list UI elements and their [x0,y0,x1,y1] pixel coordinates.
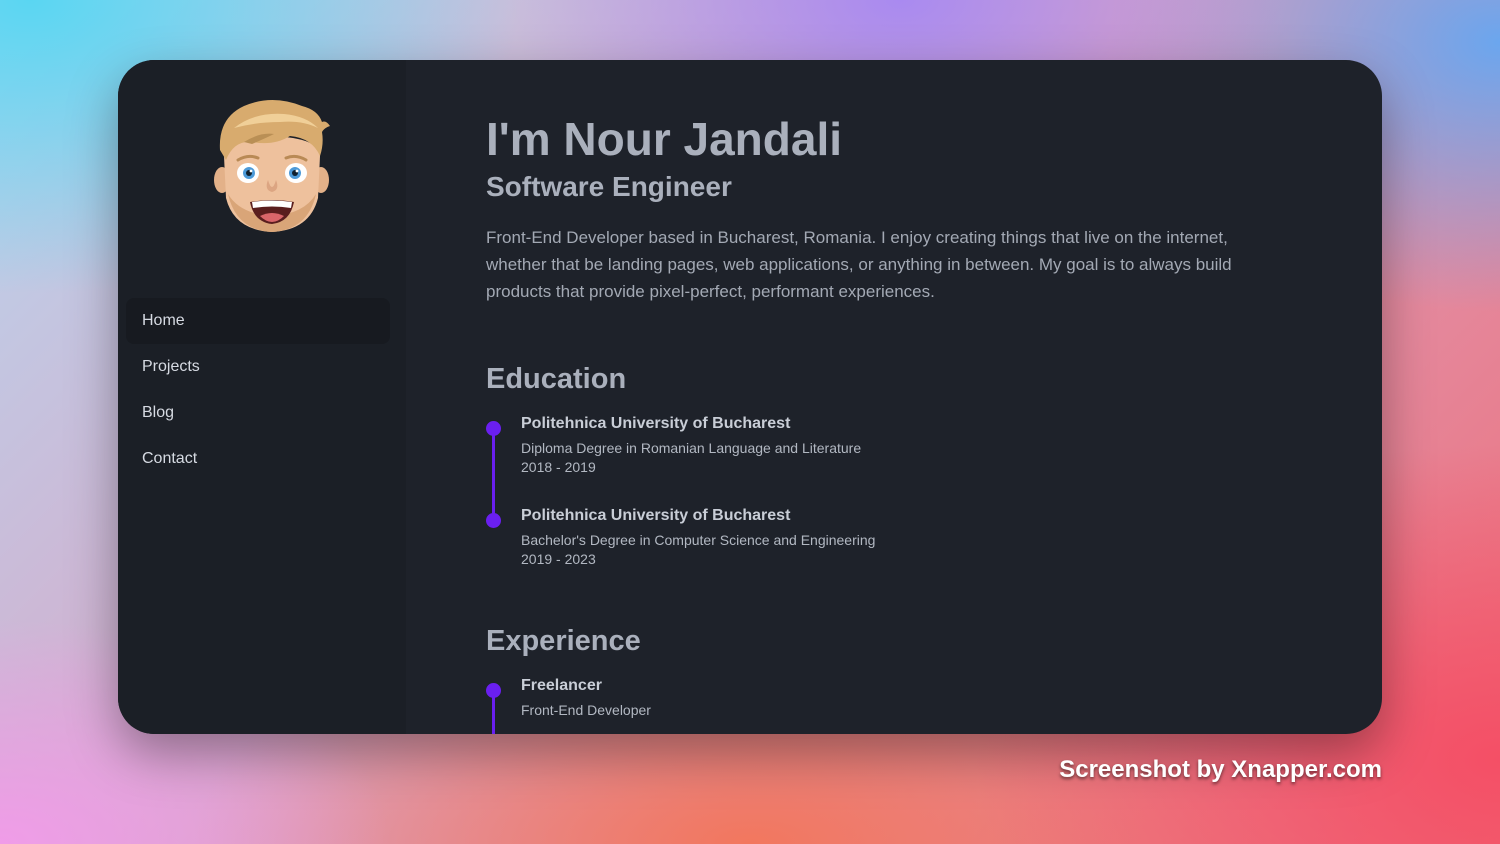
education-item: Politehnica University of Bucharest Bach… [486,505,1382,569]
education-item: Politehnica University of Bucharest Dipl… [486,413,1382,525]
timeline-dot [486,513,501,528]
nav-item-home[interactable]: Home [126,298,390,344]
job-title: Software Engineer [486,171,732,202]
avatar [214,100,330,232]
page-title: I'm Nour Jandali [486,113,843,165]
experience-item: Freelancer Front-End Developer [486,675,1382,734]
school-name: Politehnica University of Bucharest [521,507,791,524]
experience-title: Freelancer [521,677,602,694]
sidebar: Home Projects Blog Contact [118,60,406,734]
nav-item-blog[interactable]: Blog [126,390,390,436]
timeline-dot [486,683,501,698]
degree-name: Diploma Degree in Romanian Language and … [521,440,862,456]
experience-timeline: Freelancer Front-End Developer [486,675,1382,734]
sidebar-nav: Home Projects Blog Contact [126,298,390,482]
timeline-dot [486,421,501,436]
education-years: 2018 - 2019 [521,459,596,475]
experience-heading: Experience [486,625,641,657]
app-window: Home Projects Blog Contact I'm Nour Jand… [118,60,1382,734]
nav-item-projects[interactable]: Projects [126,344,390,390]
degree-name: Bachelor's Degree in Computer Science an… [521,532,876,548]
nav-item-contact[interactable]: Contact [126,436,390,482]
screenshot-credit: Screenshot by Xnapper.com [1059,756,1382,783]
experience-role: Front-End Developer [521,702,651,718]
education-timeline: Politehnica University of Bucharest Dipl… [486,413,1382,569]
school-name: Politehnica University of Bucharest [521,415,791,432]
bio-text: Front-End Developer based in Bucharest, … [486,228,1232,301]
education-years: 2019 - 2023 [521,551,596,567]
main-content: I'm Nour Jandali Software Engineer Front… [406,60,1382,734]
education-heading: Education [486,363,627,395]
